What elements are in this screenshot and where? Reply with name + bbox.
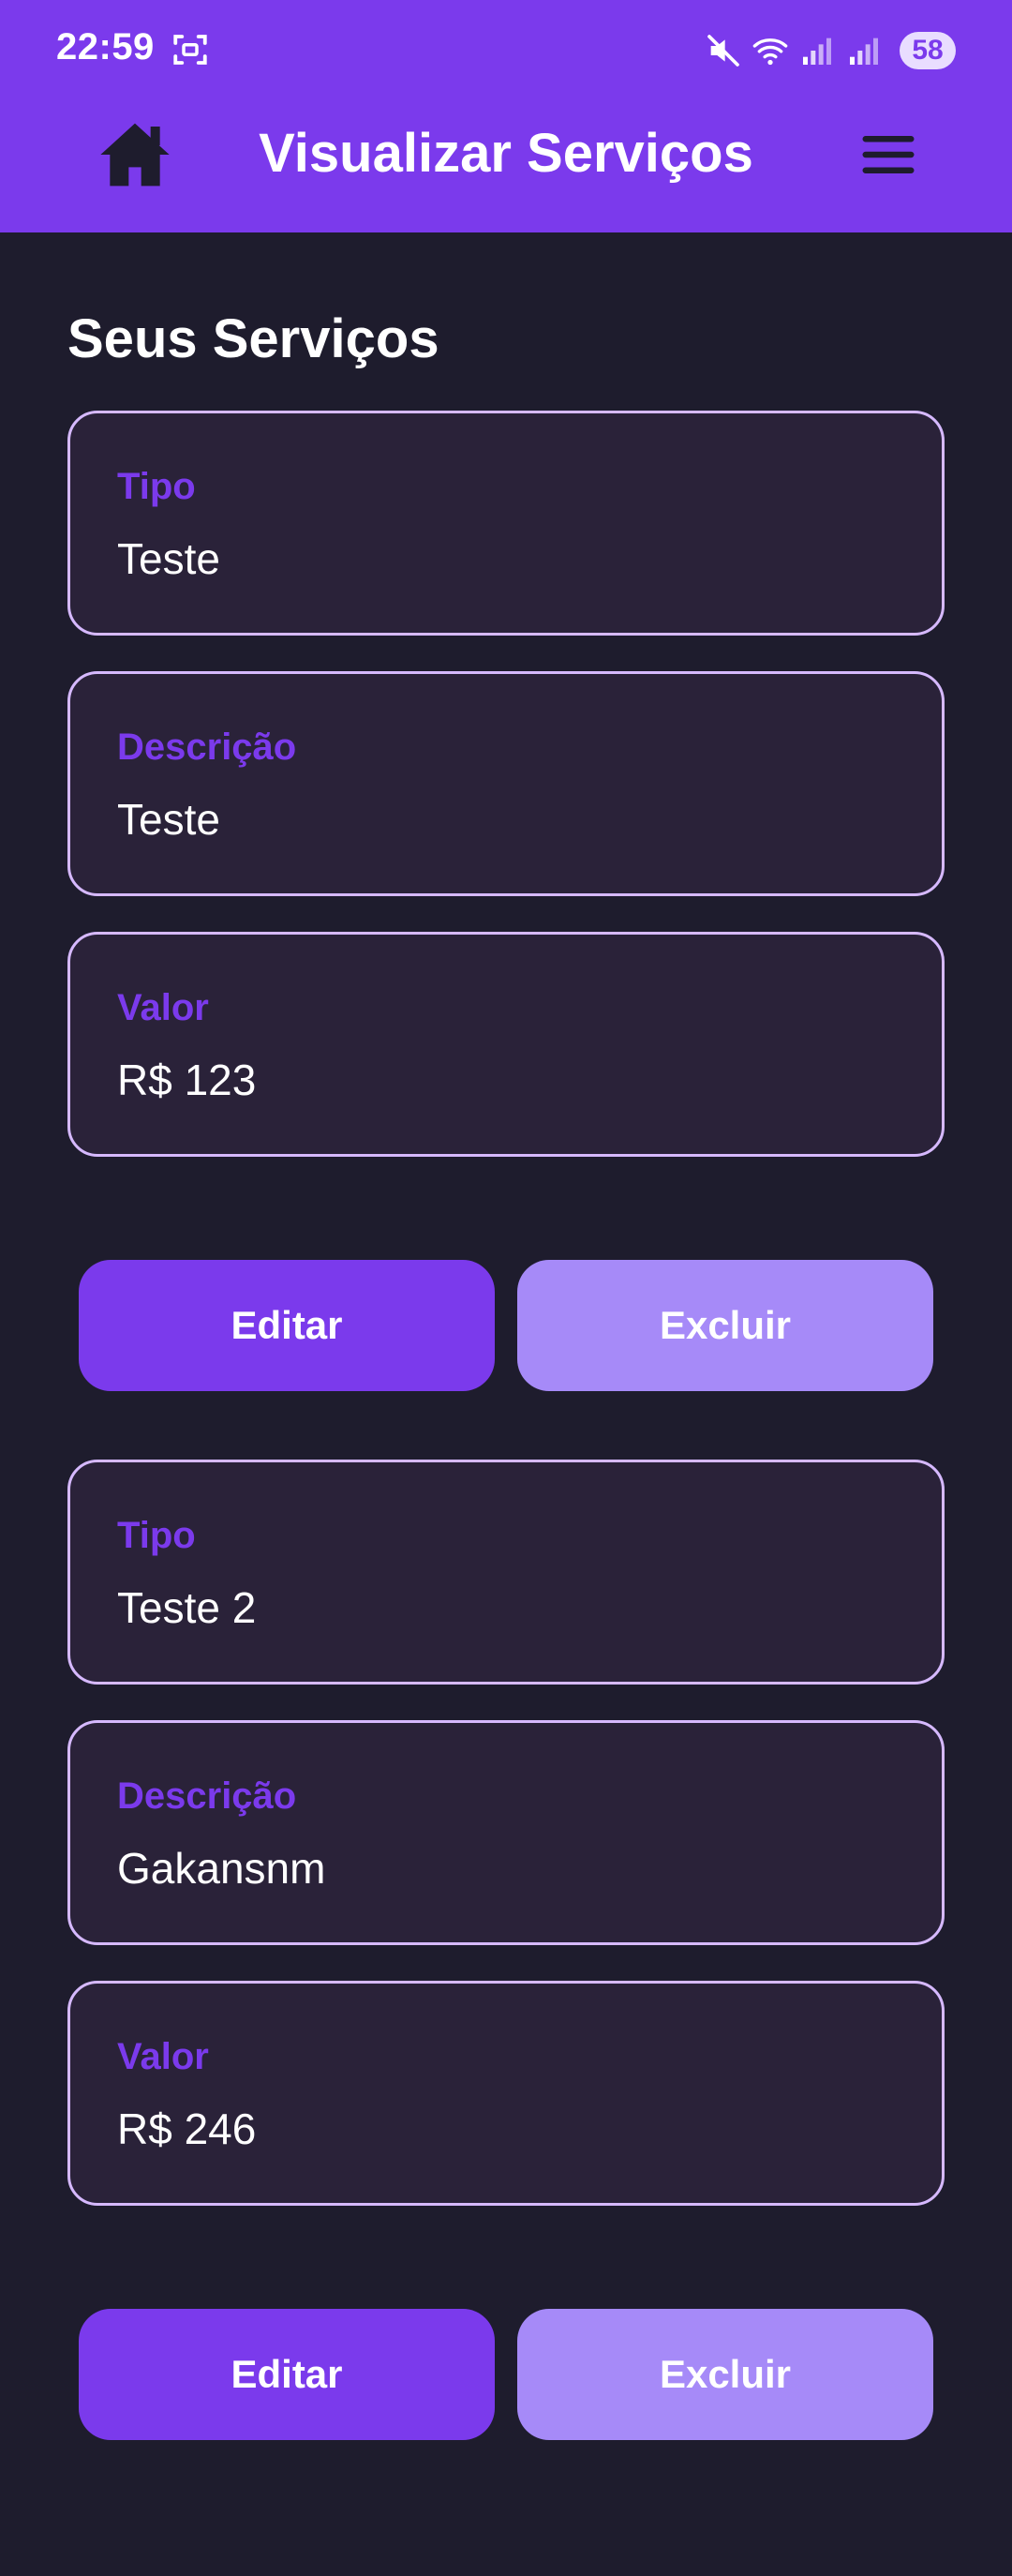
status-icons: 58 (705, 30, 956, 71)
delete-button[interactable]: Excluir (517, 1260, 933, 1391)
field-label: Descrição (117, 1775, 297, 1817)
service-type-card: Tipo Teste 2 (67, 1460, 945, 1685)
app-bar: 22:59 58 Visualizar Serviços (0, 0, 1012, 232)
service-description-card: Descrição Teste (67, 671, 945, 896)
mute-icon (707, 35, 739, 67)
field-label: Tipo (117, 1515, 196, 1556)
battery-indicator: 58 (900, 32, 956, 69)
section-title: Seus Serviços (67, 308, 439, 369)
field-value: Gakansnm (117, 1844, 326, 1893)
status-time: 22:59 (56, 26, 155, 67)
field-value: Teste (117, 534, 220, 583)
service-price-card: Valor R$ 123 (67, 932, 945, 1157)
delete-button[interactable]: Excluir (517, 2309, 933, 2440)
field-label: Valor (117, 987, 209, 1028)
field-value: R$ 246 (117, 2104, 257, 2153)
field-value: Teste 2 (117, 1583, 257, 1632)
screenshot-icon (173, 35, 207, 65)
signal-icon (803, 37, 831, 65)
field-value: Teste (117, 795, 220, 844)
service-description-card: Descrição Gakansnm (67, 1720, 945, 1945)
edit-button[interactable]: Editar (79, 2309, 495, 2440)
field-label: Tipo (117, 466, 196, 507)
field-value: R$ 123 (117, 1056, 257, 1104)
field-label: Valor (117, 2036, 209, 2077)
hamburger-menu-icon[interactable] (860, 131, 916, 178)
field-label: Descrição (117, 726, 297, 768)
wifi-icon (752, 38, 788, 66)
service-price-card: Valor R$ 246 (67, 1981, 945, 2206)
signal-icon (850, 37, 878, 65)
service-type-card: Tipo Teste (67, 411, 945, 636)
edit-button[interactable]: Editar (79, 1260, 495, 1391)
